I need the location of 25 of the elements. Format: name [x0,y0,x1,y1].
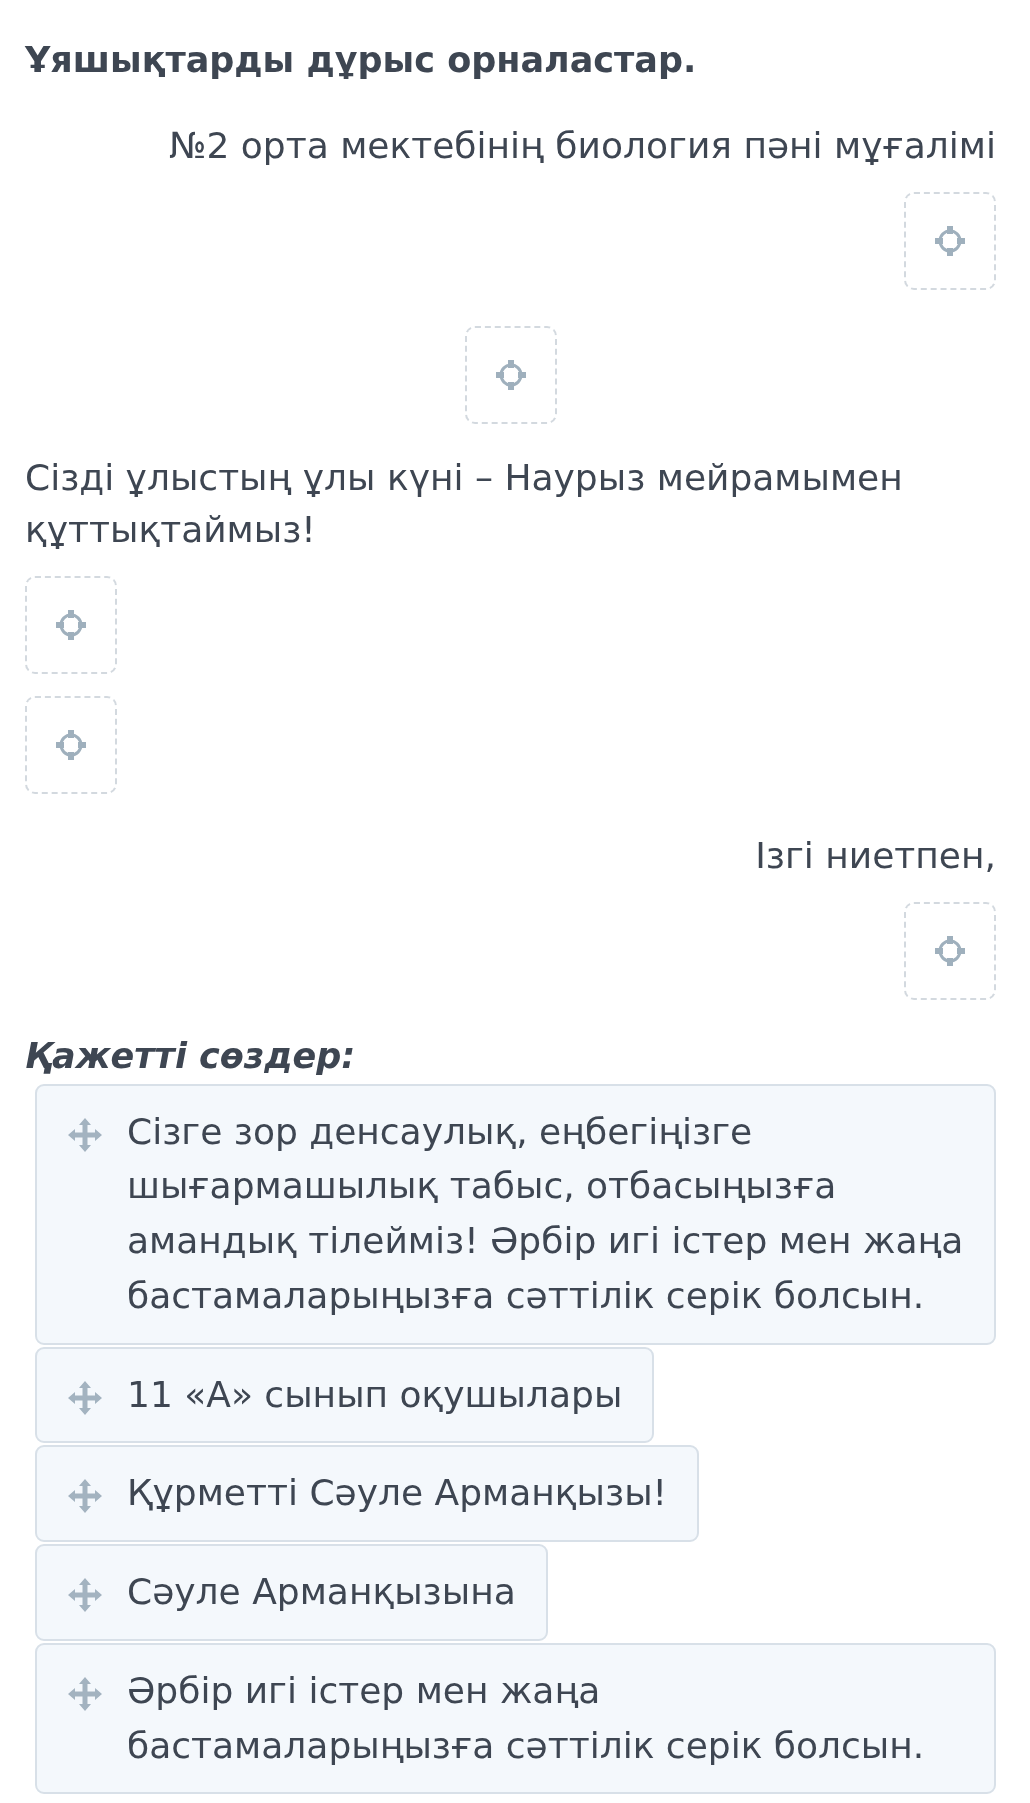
template-text: Ізгі ниетпен, [755,834,996,879]
drop-zone[interactable] [464,325,557,424]
word-bank-title: Қажетті сөздер: [25,1035,357,1079]
template-text: №2 орта мектебінің биология пәні мұғалімі [169,123,996,168]
move-icon [67,1577,103,1614]
move-icon [67,1116,103,1153]
drop-zone[interactable] [25,576,117,675]
drop-zone[interactable] [904,902,996,1001]
template-text: Сізді ұлыстың ұлы күні – Наурыз мейрамымен құттықтаймыз! [25,455,904,552]
move-icon [67,1379,103,1416]
draggable-answer[interactable]: Сізге зор денсаулық, еңбегіңізге шығармашылық табыс, отбасыңызға амандық тілейміз! Әрбір игі істер мен жаңа бастамаларыңызға сәттілік серік болсын. [35,1083,996,1345]
crosshair-icon [935,935,965,968]
crosshair-icon [935,224,965,257]
draggable-answer[interactable]: Әрбір игі істер мен жаңа бастамаларыңызға сәттілік серік болсын. [35,1642,996,1795]
drop-zone[interactable] [25,696,117,795]
move-icon [67,1675,103,1712]
draggable-answer[interactable]: 11 «А» сынып оқушылары [35,1346,655,1444]
instruction-heading: Ұяшықтарды дұрыс орналастар. [25,39,698,82]
draggable-answer[interactable]: Құрметті Сәуле Арманқызы! [35,1445,699,1543]
crosshair-icon [56,609,86,642]
draggable-answer[interactable]: Сәуле Арманқызына [35,1544,548,1641]
drop-zone[interactable] [904,191,996,290]
crosshair-icon [56,729,86,762]
move-icon [67,1478,103,1515]
crosshair-icon [495,358,526,391]
